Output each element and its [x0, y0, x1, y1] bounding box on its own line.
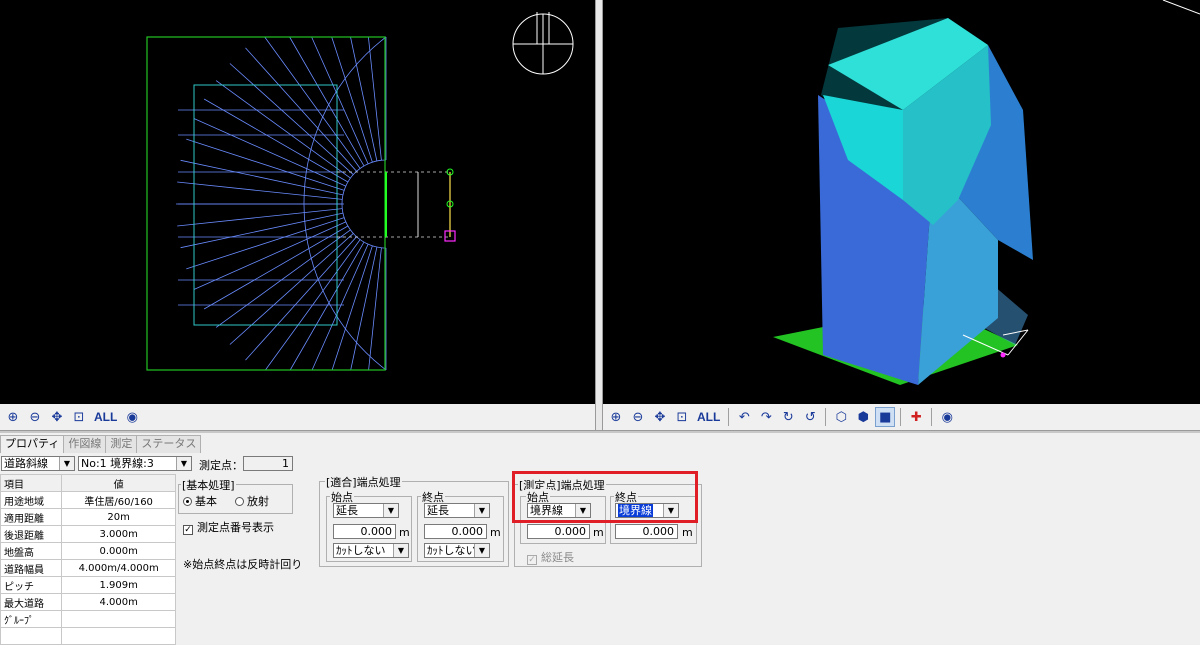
zoom-out-icon[interactable]: ⊖ — [628, 407, 648, 427]
measure-start-value-field[interactable]: 0.000 — [527, 524, 590, 539]
zoom-window-icon[interactable]: ⊡ — [69, 407, 89, 427]
3d-viewport[interactable] — [603, 0, 1200, 404]
eye-icon[interactable]: ◉ — [937, 407, 957, 427]
radio-basic[interactable]: 基本 — [183, 493, 217, 509]
measure-end-value-field[interactable]: 0.000 — [615, 524, 678, 539]
table-row[interactable]: 地盤高 0.000m — [0, 542, 176, 560]
zoom-all-button[interactable]: ALL — [694, 407, 723, 427]
chevron-down-icon: ▼ — [59, 457, 74, 470]
fit-start-value-field[interactable]: 0.000 — [333, 524, 396, 539]
basic-group-title: [基本処理] — [181, 477, 236, 493]
viewport-splitter[interactable] — [595, 0, 603, 430]
wireframe-icon[interactable]: ⬡ — [831, 407, 851, 427]
shaded-icon[interactable]: ■ — [875, 407, 896, 427]
rotate-right-icon[interactable]: ↷ — [756, 407, 776, 427]
axis-icon[interactable]: ✚ — [906, 407, 926, 427]
zoom-out-icon[interactable]: ⊖ — [25, 407, 45, 427]
site-boundary — [146, 36, 386, 371]
property-table: 項目値 用途地域 準住居/60/160 適用距離 20m 後退距離 3.000m 地盤… — [0, 474, 176, 645]
fit-end-mode-select[interactable]: 延長 ▼ — [424, 503, 490, 518]
table-row[interactable]: 用途地域 準住居/60/160 — [0, 491, 176, 509]
unit-label: m — [682, 526, 693, 539]
zoom-window-icon[interactable]: ⊡ — [672, 407, 692, 427]
column-header: 項目 — [0, 474, 63, 492]
table-row[interactable]: 最大道路 4.000m — [0, 593, 176, 611]
tab-construction-lines[interactable]: 作図線 — [63, 435, 107, 453]
building-outline — [193, 84, 338, 326]
table-row[interactable]: ピッチ 1.909m — [0, 576, 176, 594]
rotate-left-icon[interactable]: ↶ — [734, 407, 754, 427]
tilt-down-icon[interactable]: ↺ — [800, 407, 820, 427]
unit-label: m — [593, 526, 604, 539]
pan-icon[interactable]: ✥ — [650, 407, 670, 427]
zoom-all-button[interactable]: ALL — [91, 407, 120, 427]
table-row[interactable]: 道路幅員 4.000m/4.000m — [0, 559, 176, 577]
panel-tabs: プロパティ 作図線 測定 ステータス — [0, 435, 202, 453]
table-row[interactable]: ｸﾞﾙｰﾌﾟ — [0, 610, 176, 628]
eye-icon[interactable]: ◉ — [122, 407, 142, 427]
hidden-line-icon[interactable]: ⬢ — [853, 407, 873, 427]
panel-splitter[interactable] — [0, 430, 1200, 433]
note-text: ※始点終点は反時計回り — [183, 558, 303, 571]
fit-start-cut-select[interactable]: ｶｯﾄしない ▼ — [333, 543, 409, 558]
line-type-select[interactable]: 道路斜線 ▼ — [1, 456, 75, 471]
measure-point-label: 測定点： — [199, 459, 243, 472]
fit-end-value-field[interactable]: 0.000 — [424, 524, 487, 539]
highlight-box — [512, 471, 698, 523]
column-header: 値 — [61, 474, 176, 492]
chevron-down-icon: ▼ — [474, 544, 489, 557]
table-row[interactable]: 適用距離 20m — [0, 508, 176, 526]
unit-label: m — [490, 526, 501, 539]
chevron-down-icon: ▼ — [393, 544, 408, 557]
radio-radial[interactable]: 放射 — [235, 493, 269, 509]
pan-icon[interactable]: ✥ — [47, 407, 67, 427]
fit-endpoint-title: [適合]端点処理 — [325, 474, 402, 490]
fit-end-cut-select[interactable]: ｶｯﾄしない ▼ — [424, 543, 490, 558]
table-row[interactable]: 後退距離 3.000m — [0, 525, 176, 543]
chevron-down-icon: ▼ — [176, 457, 191, 470]
tab-measure[interactable]: 測定 — [105, 435, 138, 453]
tab-properties[interactable]: プロパティ — [0, 435, 65, 453]
tab-status[interactable]: ステータス — [136, 435, 202, 453]
unit-label: m — [399, 526, 410, 539]
tilt-up-icon[interactable]: ↻ — [778, 407, 798, 427]
3d-model — [773, 0, 1200, 385]
chevron-down-icon: ▼ — [383, 504, 398, 517]
plan-drawing — [146, 12, 574, 371]
plan-viewport[interactable] — [0, 0, 595, 404]
zoom-in-icon[interactable]: ⊕ — [3, 407, 23, 427]
plan-toolbar: ⊕ ⊖ ✥ ⊡ ALL ◉ — [0, 404, 595, 430]
fit-start-mode-select[interactable]: 延長 ▼ — [333, 503, 399, 518]
measure-point-field[interactable]: 1 — [243, 456, 293, 471]
zoom-in-icon[interactable]: ⊕ — [606, 407, 626, 427]
line-no-select[interactable]: No:1 境界線:3 ▼ — [78, 456, 192, 471]
show-point-numbers-checkbox[interactable]: ✓ 測定点番号表示 — [183, 519, 274, 535]
chevron-down-icon: ▼ — [474, 504, 489, 517]
3d-toolbar: ⊕ ⊖ ✥ ⊡ ALL ↶ ↷ ↻ ↺ ⬡ ⬢ ■ ✚ ◉ — [603, 404, 1200, 430]
total-length-checkbox[interactable]: ✓ 総延長 — [527, 549, 574, 565]
